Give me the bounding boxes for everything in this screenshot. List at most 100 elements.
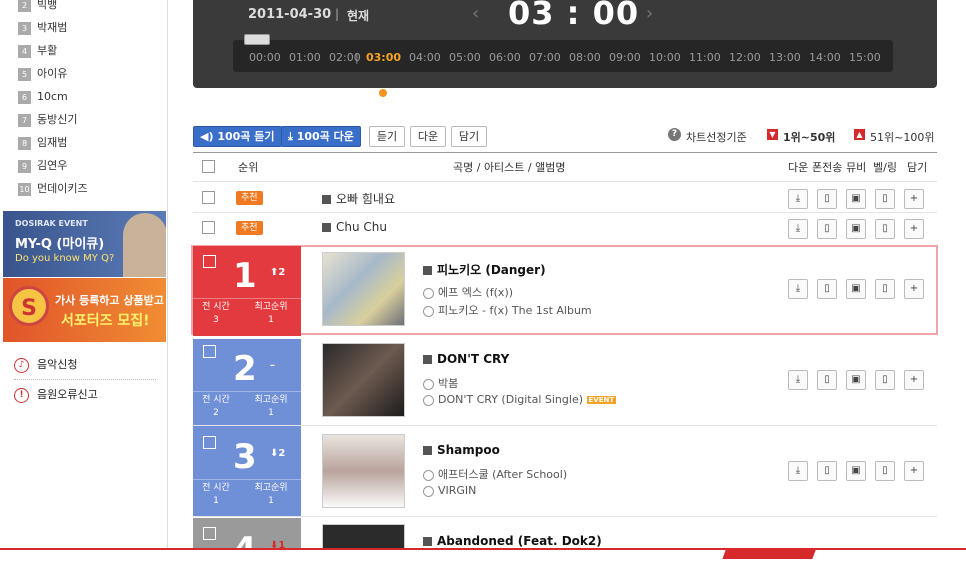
ringtone-icon[interactable]: ▯	[875, 370, 895, 390]
rank-change: ⬆2	[270, 267, 286, 278]
time-tick[interactable]: 09:00	[609, 51, 641, 64]
download-100-button[interactable]: ⤓ 100곡 다운	[281, 126, 361, 147]
rank-label[interactable]: 10cm	[37, 90, 68, 103]
time-tick[interactable]: 13:00	[769, 51, 801, 64]
song-artist[interactable]: 박봄	[423, 375, 458, 391]
prev-time-icon[interactable]: ‹	[472, 3, 479, 24]
rank-label[interactable]: 김연우	[37, 159, 67, 172]
row-checkbox[interactable]	[202, 191, 215, 204]
play-100-button[interactable]: ◀) 100곡 듣기	[193, 126, 282, 147]
range-51-100-link[interactable]: 51위~100위	[870, 129, 934, 145]
song-album[interactable]: DON'T CRY (Digital Single) EVENT	[423, 393, 617, 406]
phone-send-icon[interactable]: ▯	[817, 279, 837, 299]
song-title[interactable]: Shampoo	[423, 443, 500, 457]
download-icon[interactable]: ⤓	[788, 219, 808, 239]
download-button[interactable]: 다운	[410, 126, 446, 147]
time-tick[interactable]: 06:00	[489, 51, 521, 64]
sidebar-rank-item[interactable]: 7 동방신기	[18, 110, 77, 130]
sidebar-rank-item[interactable]: 2 빅뱅	[18, 0, 57, 15]
event-banner[interactable]: DOSIRAK EVENT MY-Q (마이큐) Do you know MY …	[3, 211, 166, 277]
time-tick[interactable]: 12:00	[729, 51, 761, 64]
time-tick[interactable]: 14:00	[809, 51, 841, 64]
header-bell: 벨/링	[873, 161, 897, 174]
add-icon[interactable]: +	[904, 189, 924, 209]
lyrics-icon	[423, 266, 432, 275]
time-tick[interactable]: 00:00	[249, 51, 281, 64]
phone-send-icon[interactable]: ▯	[817, 219, 837, 239]
add-icon[interactable]: +	[904, 461, 924, 481]
supporters-banner[interactable]: S 가사 등록하고 상품받고 서포터즈 모집!	[3, 278, 166, 342]
table-row-title[interactable]: Chu Chu	[322, 220, 387, 234]
add-icon[interactable]: +	[904, 370, 924, 390]
error-report-link[interactable]: ! 음원오류신고	[14, 386, 98, 404]
ringtone-icon[interactable]: ▯	[875, 219, 895, 239]
rank-label[interactable]: 빅뱅	[37, 0, 57, 11]
next-time-icon[interactable]: ›	[646, 3, 653, 24]
music-video-icon[interactable]: ▣	[846, 370, 866, 390]
music-request-link[interactable]: ♪ 음악신청	[14, 356, 77, 374]
phone-send-icon[interactable]: ▯	[817, 461, 837, 481]
music-video-icon[interactable]: ▣	[846, 461, 866, 481]
table-row-title[interactable]: 오빠 힘내요	[322, 190, 395, 207]
time-tick[interactable]: 07:00	[529, 51, 561, 64]
row-checkbox[interactable]	[203, 345, 216, 358]
rank-label[interactable]: 부활	[37, 44, 57, 57]
sidebar-rank-item[interactable]: 10 먼데이키즈	[18, 179, 88, 199]
time-tick[interactable]: 15:00	[849, 51, 881, 64]
rank-label[interactable]: 박재범	[37, 21, 67, 34]
add-icon[interactable]: +	[904, 279, 924, 299]
ringtone-icon[interactable]: ▯	[875, 461, 895, 481]
time-slider-handle[interactable]	[244, 34, 270, 45]
player-tab[interactable]	[722, 550, 816, 559]
chart-criteria-link[interactable]: 차트선정기준	[686, 129, 747, 145]
phone-send-icon[interactable]: ▯	[817, 370, 837, 390]
ringtone-icon[interactable]: ▯	[875, 189, 895, 209]
time-tick[interactable]: 01:00	[289, 51, 321, 64]
music-video-icon[interactable]: ▣	[846, 189, 866, 209]
sidebar-rank-item[interactable]: 8 임재범	[18, 133, 67, 153]
select-all-checkbox[interactable]	[202, 160, 215, 173]
song-title[interactable]: 피노키오 (Danger)	[423, 261, 546, 278]
music-video-icon[interactable]: ▣	[846, 219, 866, 239]
rank-label[interactable]: 동방신기	[37, 113, 77, 126]
album-cover[interactable]	[322, 434, 405, 508]
time-tick[interactable]: 11:00	[689, 51, 721, 64]
rank-label[interactable]: 아이유	[37, 67, 67, 80]
phone-send-icon[interactable]: ▯	[817, 189, 837, 209]
time-tick[interactable]: 04:00	[409, 51, 441, 64]
album-cover[interactable]	[322, 343, 405, 417]
download-icon[interactable]: ⤓	[788, 279, 808, 299]
listen-button[interactable]: 듣기	[369, 126, 405, 147]
sidebar-rank-item[interactable]: 4 부활	[18, 41, 57, 61]
time-tick[interactable]: 05:00	[449, 51, 481, 64]
song-title[interactable]: DON'T CRY	[423, 352, 509, 366]
sidebar-rank-item[interactable]: 3 박재범	[18, 18, 67, 38]
song-artist[interactable]: 애프터스쿨 (After School)	[423, 466, 567, 482]
add-icon[interactable]: +	[904, 219, 924, 239]
album-cover[interactable]	[322, 252, 405, 326]
save-button[interactable]: 담기	[451, 126, 487, 147]
range-1-50-link[interactable]: 1위~50위	[783, 129, 835, 145]
song-title[interactable]: Abandoned (Feat. Dok2)	[423, 534, 602, 548]
rank-label[interactable]: 먼데이키즈	[37, 182, 88, 195]
sidebar-rank-item[interactable]: 6 10cm	[18, 87, 68, 107]
album-cover[interactable]	[322, 524, 405, 549]
song-artist[interactable]: 에프 엑스 (f(x))	[423, 284, 513, 300]
ringtone-icon[interactable]: ▯	[875, 279, 895, 299]
rank-label[interactable]: 임재범	[37, 136, 67, 149]
song-album[interactable]: VIRGIN	[423, 484, 476, 497]
row-checkbox[interactable]	[203, 436, 216, 449]
row-checkbox[interactable]	[203, 527, 216, 540]
time-tick[interactable]: 10:00	[649, 51, 681, 64]
music-video-icon[interactable]: ▣	[846, 279, 866, 299]
song-album[interactable]: 피노키오 - f(x) The 1st Album	[423, 302, 592, 318]
download-icon[interactable]: ⤓	[788, 461, 808, 481]
download-icon[interactable]: ⤓	[788, 370, 808, 390]
sidebar-rank-item[interactable]: 5 아이유	[18, 64, 67, 84]
download-icon[interactable]: ⤓	[788, 189, 808, 209]
row-checkbox[interactable]	[203, 255, 216, 268]
time-tick[interactable]: 08:00	[569, 51, 601, 64]
row-checkbox[interactable]	[202, 221, 215, 234]
sidebar-rank-item[interactable]: 9 김연우	[18, 156, 67, 176]
time-tick[interactable]: 03:00	[366, 51, 401, 64]
